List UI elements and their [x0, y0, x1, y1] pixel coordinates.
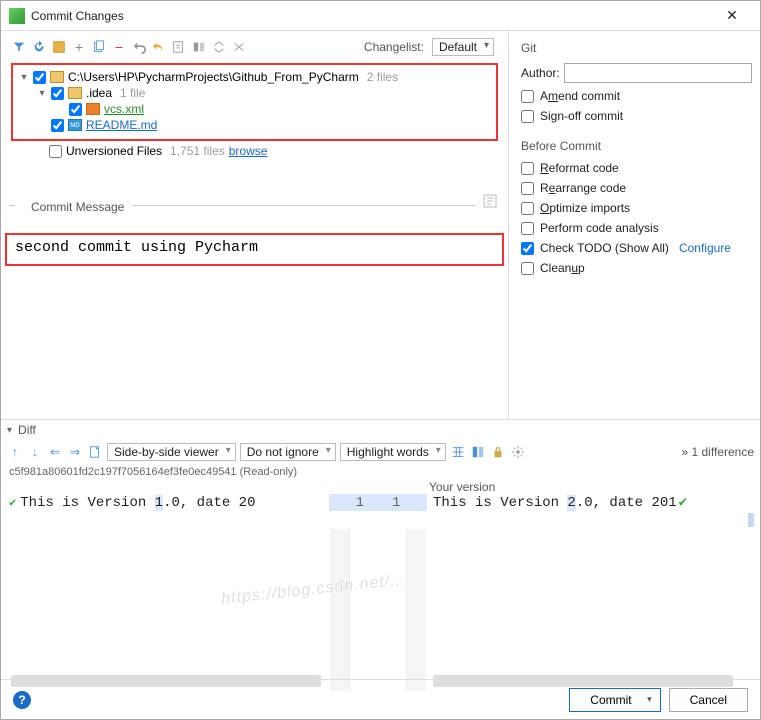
- unversioned-checkbox[interactable]: [49, 145, 62, 158]
- unversioned-row: Unversioned Files 1,751 files browse: [11, 143, 498, 159]
- caret-icon[interactable]: ▾: [37, 88, 47, 99]
- help-icon[interactable]: ?: [13, 691, 31, 709]
- revert-icon[interactable]: [131, 39, 147, 55]
- viewer-select[interactable]: Side-by-side viewer: [107, 443, 236, 461]
- configure-link[interactable]: Configure: [679, 241, 731, 255]
- commit-message-header: Commit Message: [5, 199, 504, 215]
- readme-checkbox[interactable]: [51, 119, 64, 132]
- undo-icon[interactable]: [151, 39, 167, 55]
- right-pane: Git Author: Amend commit Sign-off commit…: [508, 31, 760, 419]
- commit-message-input[interactable]: [7, 235, 502, 261]
- hash-label: c5f981a80601fd2c197f7056164ef3fe0ec49541…: [1, 464, 760, 480]
- next-file-icon[interactable]: ⇒: [67, 444, 83, 460]
- diff-code-row: ✔This is Version 1.0, date 20 11 This is…: [1, 494, 760, 511]
- next-diff-icon[interactable]: ↓: [27, 444, 43, 460]
- folder-icon: [50, 71, 64, 83]
- diff-count: » 1 difference: [681, 445, 754, 459]
- todo-checkbox[interactable]: [521, 242, 534, 255]
- lock-icon[interactable]: [490, 444, 506, 460]
- rearrange-label: Rearrange code: [540, 181, 626, 195]
- diff-toolbar: ↑ ↓ ⇐ ⇒ Side-by-side viewer Do not ignor…: [1, 440, 760, 464]
- close-icon[interactable]: ✕: [712, 2, 752, 30]
- xml-file-icon: [86, 103, 100, 115]
- diff-right-line: This is Version 2.0, date 201✔: [427, 494, 760, 511]
- collapse-icon[interactable]: [231, 39, 247, 55]
- commit-button[interactable]: Commit: [569, 688, 660, 712]
- rearrange-checkbox[interactable]: [521, 182, 534, 195]
- jump-icon[interactable]: [87, 444, 103, 460]
- collapse-unchanged-icon[interactable]: [450, 444, 466, 460]
- signoff-label: Sign-off commit: [540, 109, 623, 123]
- diff-left-line: ✔This is Version 1.0, date 20: [1, 494, 329, 511]
- caret-icon[interactable]: ▾: [19, 72, 29, 83]
- readme-file[interactable]: README.md: [86, 118, 157, 132]
- cleanup-label: Cleanup: [540, 261, 585, 275]
- app-icon: [9, 8, 25, 24]
- ignore-select[interactable]: Do not ignore: [240, 443, 336, 461]
- amend-checkbox[interactable]: [521, 90, 534, 103]
- root-path: C:\Users\HP\PycharmProjects\Github_From_…: [68, 70, 359, 84]
- diff-caret-icon[interactable]: ▾: [7, 425, 12, 436]
- window-title: Commit Changes: [31, 9, 712, 23]
- author-label: Author:: [521, 66, 560, 80]
- file-toolbar: + − Changelist: Default: [5, 35, 504, 59]
- prev-diff-icon[interactable]: ↑: [7, 444, 23, 460]
- signoff-checkbox[interactable]: [521, 110, 534, 123]
- history-icon[interactable]: [482, 193, 498, 209]
- before-commit-title: Before Commit: [521, 139, 752, 153]
- analyze-label: Perform code analysis: [540, 221, 659, 235]
- highlight-select[interactable]: Highlight words: [340, 443, 446, 461]
- copy-icon[interactable]: [91, 39, 107, 55]
- changelist-label: Changelist:: [364, 40, 424, 54]
- reformat-label: Reformat code: [540, 161, 619, 175]
- idea-name: .idea: [86, 86, 112, 100]
- cleanup-checkbox[interactable]: [521, 262, 534, 275]
- unversioned-label: Unversioned Files: [66, 144, 162, 158]
- git-section-title: Git: [521, 41, 752, 55]
- md-file-icon: MD: [68, 119, 82, 131]
- check-icon: ✔: [9, 495, 16, 510]
- diff-icon[interactable]: [171, 39, 187, 55]
- idea-suffix: 1 file: [120, 86, 145, 100]
- commit-message-box: [5, 233, 504, 266]
- idea-checkbox[interactable]: [51, 87, 64, 100]
- unversioned-suffix: 1,751 files: [170, 144, 225, 158]
- add-icon[interactable]: +: [71, 39, 87, 55]
- footer: ? Commit Cancel: [1, 679, 760, 719]
- prev-file-icon[interactable]: ⇐: [47, 444, 63, 460]
- folder-icon: [68, 87, 82, 99]
- vcs-checkbox[interactable]: [69, 103, 82, 116]
- todo-label: Check TODO (Show All): [540, 241, 669, 255]
- your-version-label: Your version: [429, 480, 752, 494]
- diff-body: https://blog.csdn.net/...: [1, 511, 760, 691]
- left-pane: + − Changelist: Default ▾ C:\Users\HP\Py…: [1, 31, 508, 419]
- browse-link[interactable]: browse: [229, 144, 268, 158]
- remove-icon[interactable]: −: [111, 39, 127, 55]
- changes-tree: ▾ C:\Users\HP\PycharmProjects\Github_Fro…: [11, 63, 498, 141]
- commit-message-label: Commit Message: [27, 200, 128, 214]
- optimize-label: Optimize imports: [540, 201, 630, 215]
- author-input[interactable]: [564, 63, 752, 83]
- cancel-button[interactable]: Cancel: [669, 688, 748, 712]
- changelist-select[interactable]: Default: [432, 38, 494, 56]
- titlebar: Commit Changes ✕: [1, 1, 760, 31]
- settings-icon[interactable]: [510, 444, 526, 460]
- diff-title: Diff: [18, 423, 36, 437]
- group-icon[interactable]: [191, 39, 207, 55]
- diff-gutter: 11: [329, 494, 427, 511]
- expand-icon[interactable]: [211, 39, 227, 55]
- reformat-checkbox[interactable]: [521, 162, 534, 175]
- analyze-checkbox[interactable]: [521, 222, 534, 235]
- refresh-icon[interactable]: [31, 39, 47, 55]
- sync-scroll-icon[interactable]: [470, 444, 486, 460]
- filter-icon[interactable]: [11, 39, 27, 55]
- diff-section: ▾ Diff ↑ ↓ ⇐ ⇒ Side-by-side viewer Do no…: [1, 419, 760, 691]
- changelist-icon[interactable]: [51, 39, 67, 55]
- root-checkbox[interactable]: [33, 71, 46, 84]
- root-suffix: 2 files: [367, 70, 398, 84]
- amend-label: Amend commit: [540, 89, 620, 103]
- vcs-file[interactable]: vcs.xml: [104, 102, 144, 116]
- optimize-checkbox[interactable]: [521, 202, 534, 215]
